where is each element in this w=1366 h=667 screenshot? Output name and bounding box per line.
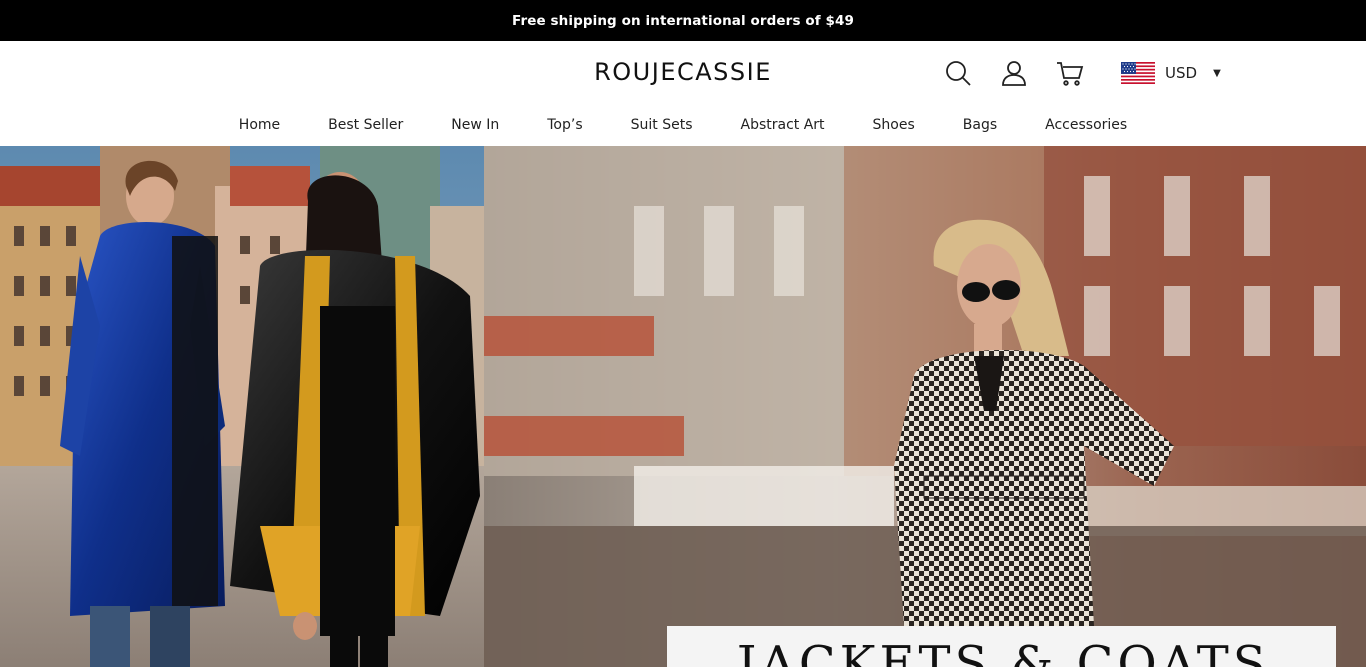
hero-image-houndstooth-coat[interactable]: [484, 146, 1366, 667]
nav-item-new-in[interactable]: New In: [427, 117, 523, 133]
nav-item-suit-sets[interactable]: Suit Sets: [607, 117, 717, 133]
nav-item-tops[interactable]: Top’s: [523, 117, 606, 133]
hero-image-puffer-coats[interactable]: [0, 146, 484, 667]
chevron-down-icon: ▼: [1213, 67, 1221, 79]
collection-banner-card[interactable]: JACKETS & COATS: [667, 626, 1336, 667]
nav-item-accessories[interactable]: Accessories: [1021, 117, 1151, 133]
logo-text: ROUJECASSIE: [594, 58, 772, 86]
hero-banner[interactable]: JACKETS & COATS: [0, 146, 1366, 667]
nav-item-shoes[interactable]: Shoes: [849, 117, 939, 133]
search-icon[interactable]: [940, 55, 976, 91]
currency-code: USD: [1165, 64, 1198, 82]
currency-selector[interactable]: USD ▼: [1121, 60, 1221, 86]
nav-item-abstract-art[interactable]: Abstract Art: [717, 117, 849, 133]
announcement-text: Free shipping on international orders of…: [511, 12, 855, 29]
announcement-bar: Free shipping on international orders of…: [0, 0, 1366, 41]
collection-title: JACKETS & COATS: [737, 636, 1270, 667]
nav-item-best-seller[interactable]: Best Seller: [304, 117, 427, 133]
cart-icon[interactable]: [1052, 55, 1088, 91]
us-flag-icon: [1121, 62, 1155, 84]
site-header: ROUJECASSIE USD ▼ Home Best Seller New I…: [0, 41, 1366, 146]
nav-item-bags[interactable]: Bags: [939, 117, 1021, 133]
nav-item-home[interactable]: Home: [215, 117, 304, 133]
main-navigation: Home Best Seller New In Top’s Suit Sets …: [0, 117, 1366, 133]
account-icon[interactable]: [996, 55, 1032, 91]
